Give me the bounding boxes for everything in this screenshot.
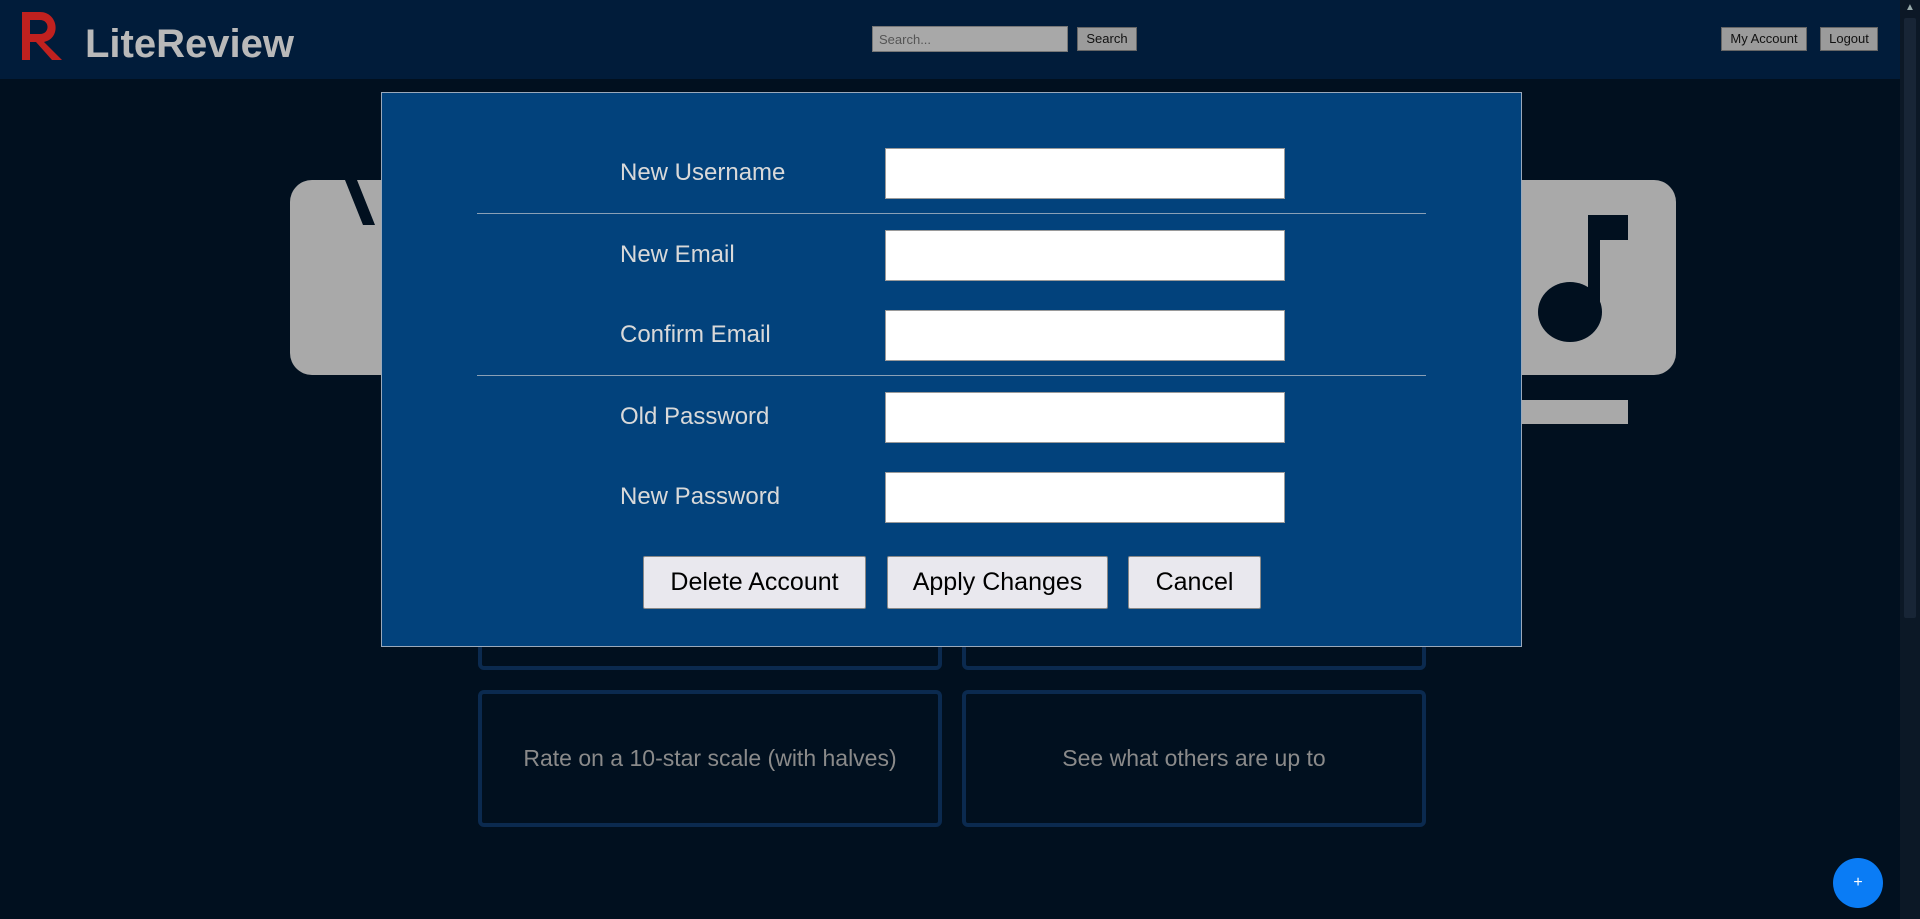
feature-text: Rate on a 10-star scale (with halves) [523, 745, 897, 771]
old-password-label: Old Password [620, 403, 770, 430]
my-account-button[interactable]: My Account [1721, 27, 1807, 51]
new-password-input[interactable] [885, 472, 1285, 523]
new-password-label: New Password [620, 483, 781, 510]
divider [477, 375, 1426, 376]
add-button[interactable]: + [1833, 858, 1883, 908]
delete-account-button[interactable]: Delete Account [643, 556, 866, 609]
scroll-thumb[interactable] [1904, 18, 1916, 618]
new-username-input[interactable] [885, 148, 1285, 199]
feature-text: See what others are up to [1062, 745, 1326, 771]
search-button[interactable]: Search [1077, 27, 1137, 51]
new-email-input[interactable] [885, 230, 1285, 281]
page-scrollbar[interactable]: ▲ [1900, 0, 1920, 919]
feature-card-others: See what others are up to [962, 690, 1426, 827]
music-note-icon [1538, 215, 1628, 342]
clapper-fragment-icon [345, 180, 375, 225]
new-username-label: New Username [620, 159, 786, 186]
feature-card-rate: Rate on a 10-star scale (with halves) [478, 690, 942, 827]
search-input[interactable] [872, 26, 1068, 52]
account-settings-modal: New Username New Email Confirm Email Old… [381, 92, 1522, 647]
hero-underline [1520, 400, 1628, 424]
apply-changes-button[interactable]: Apply Changes [887, 556, 1108, 609]
new-email-label: New Email [620, 241, 735, 268]
divider [477, 213, 1426, 214]
brand-name[interactable]: LiteReview [85, 22, 294, 67]
confirm-email-input[interactable] [885, 310, 1285, 361]
logout-button[interactable]: Logout [1820, 27, 1878, 51]
literview-logo-icon[interactable] [18, 8, 72, 62]
scroll-up-arrow-icon[interactable]: ▲ [1900, 0, 1920, 16]
confirm-email-label: Confirm Email [620, 321, 771, 348]
cancel-button[interactable]: Cancel [1128, 556, 1261, 609]
top-header: LiteReview Search My Account Logout [0, 0, 1900, 79]
old-password-input[interactable] [885, 392, 1285, 443]
